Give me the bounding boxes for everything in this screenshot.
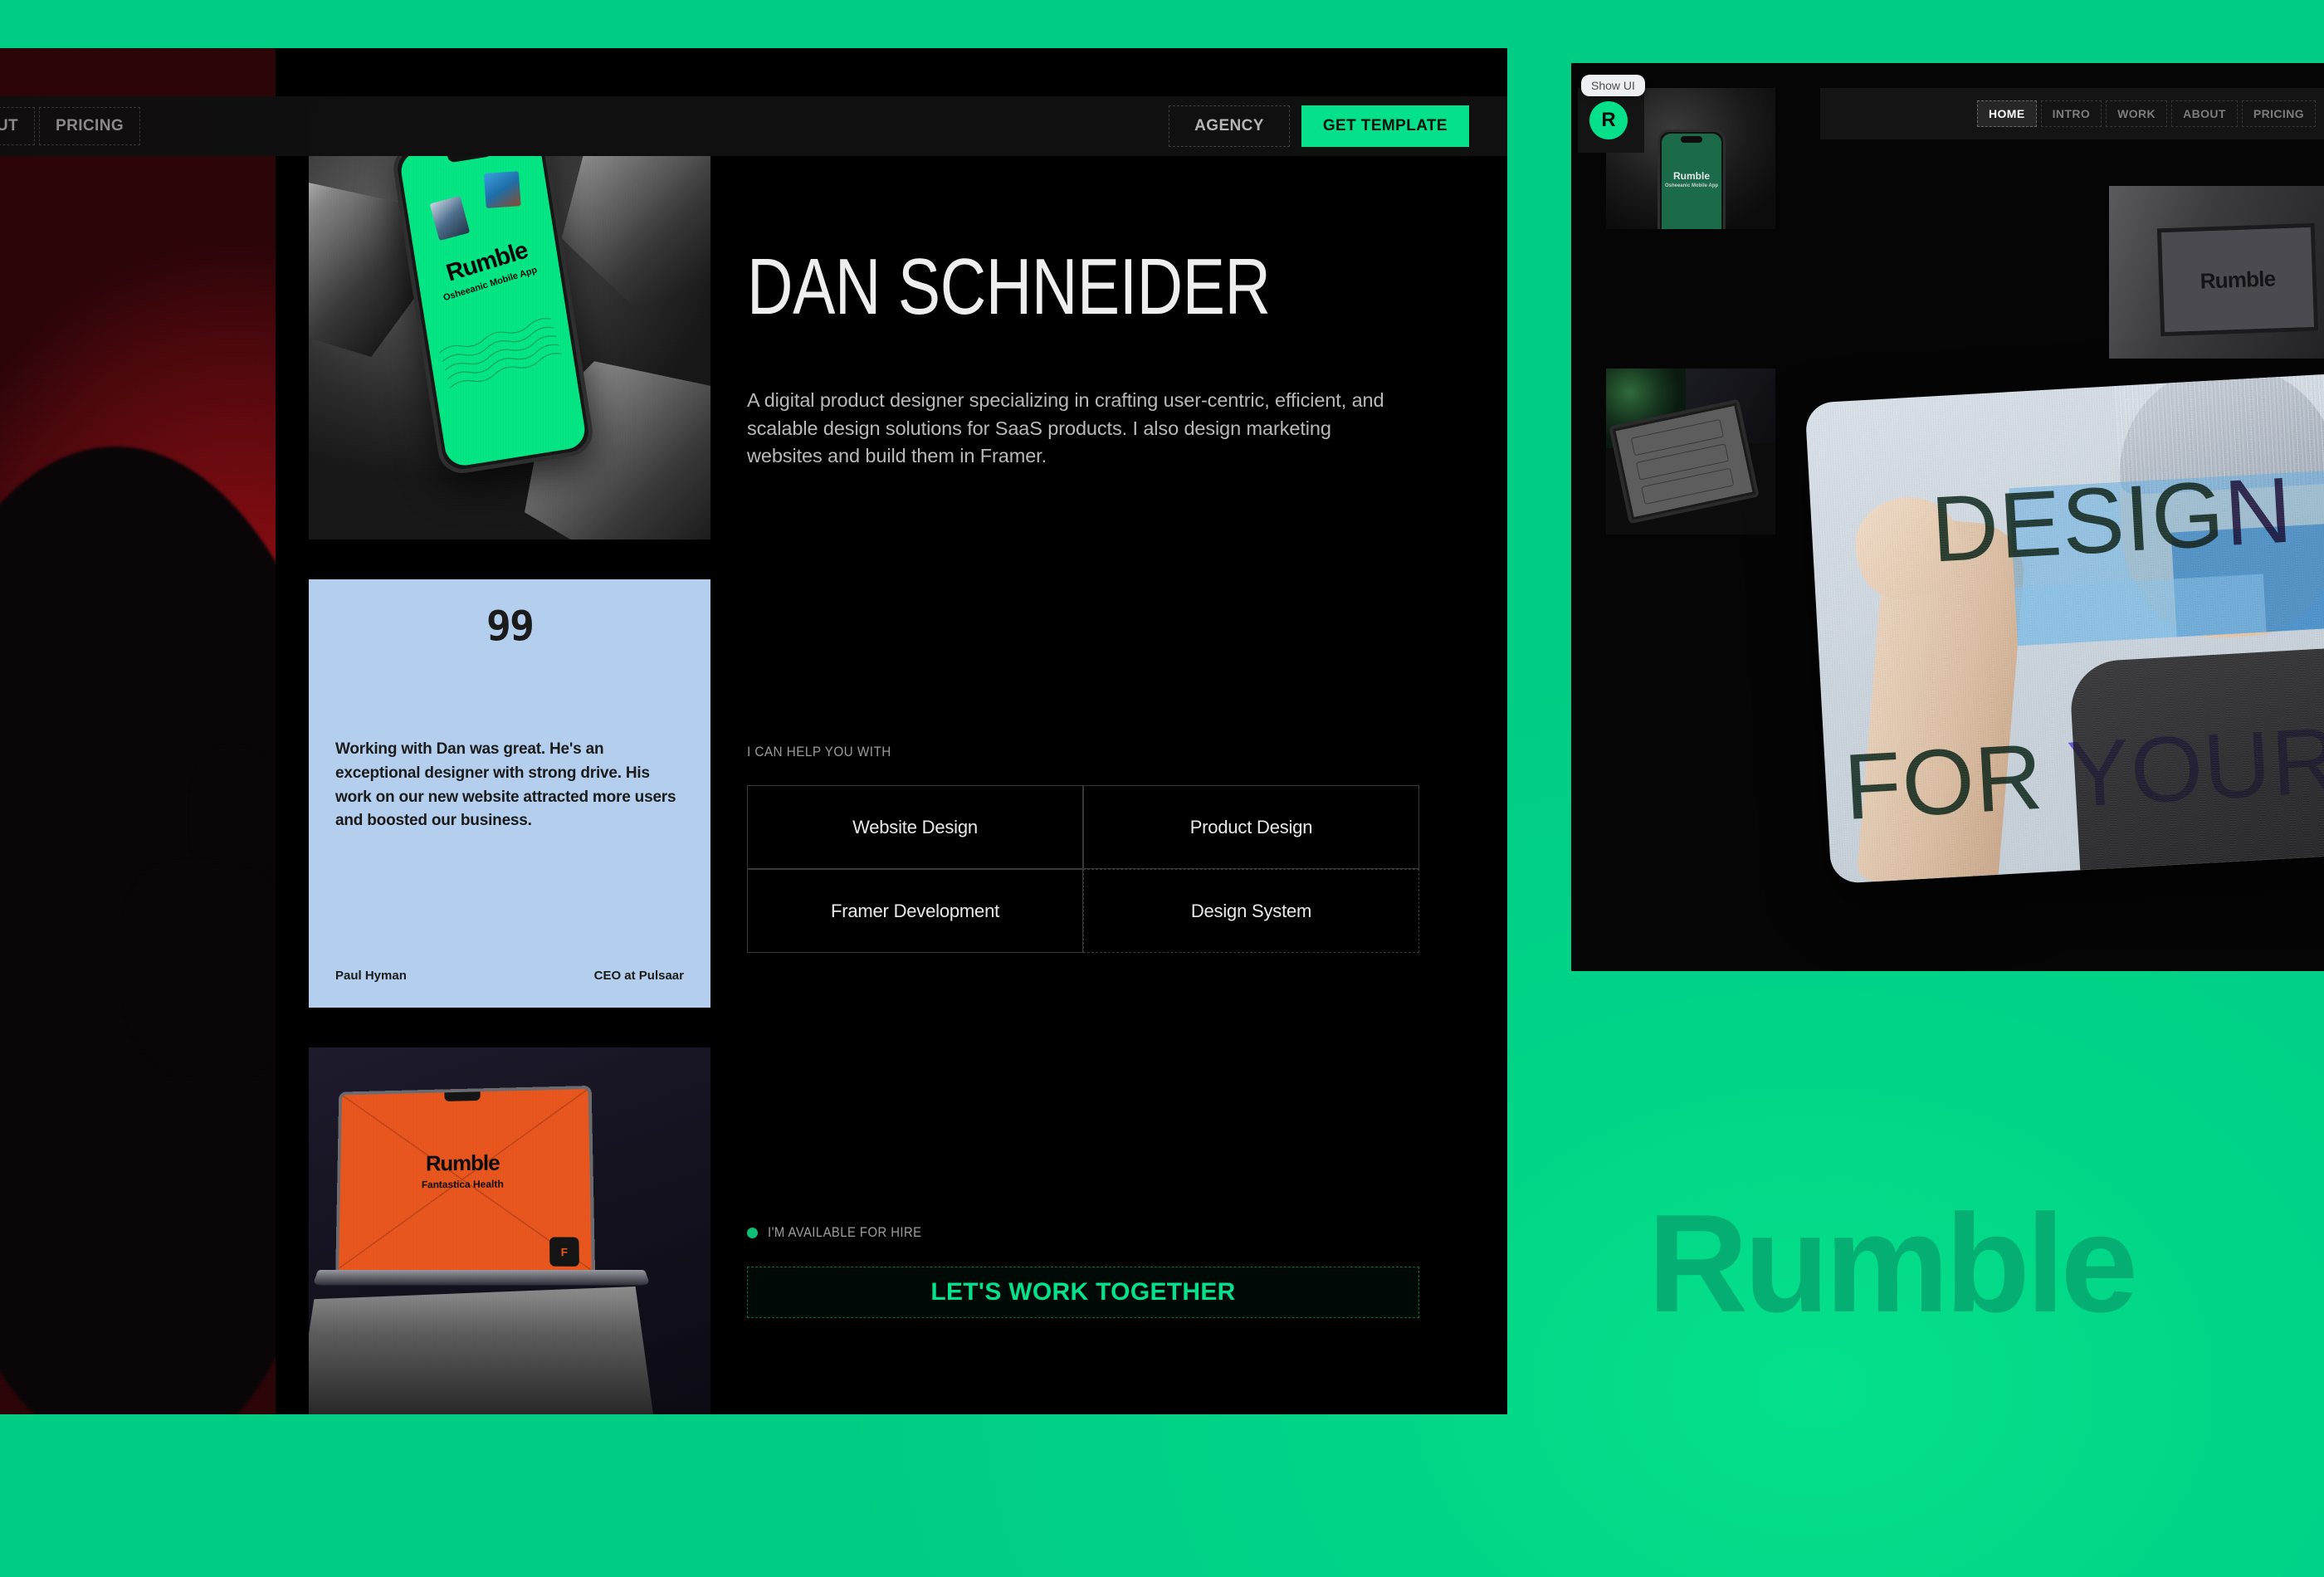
rumble-logo-badge[interactable]: R	[1589, 101, 1628, 139]
lets-work-together-button[interactable]: LET'S WORK TOGETHER	[747, 1267, 1419, 1318]
nav-item-pricing[interactable]: PRICING	[39, 107, 141, 145]
page-title: DAN SCHNEIDER	[747, 242, 1271, 331]
laptop-brand-label: Rumble	[425, 1150, 500, 1176]
laptop-device: Rumble Fantastica Health F	[335, 1085, 596, 1272]
laptop-badge: F	[549, 1237, 579, 1267]
silhouette-nose	[191, 745, 276, 870]
preview-nav-item-home[interactable]: HOME	[1976, 100, 2037, 127]
testimonial-author: Paul Hyman	[335, 969, 407, 983]
preview-phone-brand: Rumble	[1672, 170, 1710, 182]
testimonial-text: Working with Dan was great. He's an exce…	[335, 740, 676, 830]
get-template-button[interactable]: GET TEMPLATE	[1301, 105, 1469, 147]
testimonial-role: CEO at Pulsaar	[593, 969, 684, 983]
tablet-screen	[1615, 405, 1753, 518]
skills-grid: Website Design Product Design Framer Dev…	[747, 785, 1419, 953]
primary-nav: HOME INTRO WORK ABOUT PRICING	[0, 107, 144, 145]
skill-cell[interactable]: Website Design	[747, 785, 1083, 869]
portrait-image-red	[0, 48, 276, 1414]
preview-nav-item-about[interactable]: ABOUT	[2171, 100, 2238, 127]
preview-phone-device: Rumble Osheeanic Mobile App	[1658, 129, 1726, 229]
status-dot-icon	[747, 1228, 758, 1238]
silhouette-chin	[124, 862, 276, 1077]
skill-cell[interactable]: Framer Development	[747, 869, 1083, 953]
hero-description: A digital product designer specializing …	[747, 389, 1384, 467]
preview-rumble-brand: Rumble	[2156, 222, 2319, 337]
stone-pedestal	[309, 1286, 657, 1414]
thumbnail-image	[429, 195, 471, 242]
preview-nav-item-intro[interactable]: INTRO	[2040, 100, 2102, 127]
wave-decoration	[439, 318, 562, 388]
laptop-caption-label: Fantastica Health	[421, 1178, 504, 1191]
preview-phone-screen: Rumble Osheeanic Mobile App	[1662, 134, 1721, 229]
preview-nav-item-pricing[interactable]: PRICING	[2241, 100, 2316, 127]
show-ui-tooltip[interactable]: Show UI	[1581, 75, 1645, 96]
nav-item-about[interactable]: ABOUT	[0, 107, 36, 145]
preview-nav-item-work[interactable]: WORK	[2106, 100, 2168, 127]
preview-navbar: HOME INTRO WORK ABOUT PRICING	[1820, 88, 2324, 139]
nav-actions: AGENCY GET TEMPLATE	[1169, 105, 1469, 147]
preview-tablet-image	[1606, 369, 1775, 535]
phone-mockup-image: Rumble Osheeanic Mobile App	[309, 108, 710, 540]
rumble-wordmark: Rumble	[1648, 1185, 2138, 1341]
testimonial-card: 99 Working with Dan was great. He's an e…	[309, 579, 710, 1008]
thumbnail-image	[483, 171, 521, 209]
phone-screen: Rumble Osheeanic Mobile App	[398, 133, 588, 468]
availability-label: I'M AVAILABLE FOR HIRE	[768, 1225, 922, 1240]
card-noise-overlay	[1804, 370, 2324, 885]
laptop-mockup-image: Rumble Fantastica Health F	[309, 1047, 710, 1414]
design-showcase-card: DESIGN FOR YOUR	[1804, 370, 2324, 885]
preview-rumble-card-image: Rumble	[2109, 186, 2324, 359]
skill-cell[interactable]: Product Design	[1083, 785, 1419, 869]
site-navbar: HOME INTRO WORK ABOUT PRICING AGENCY GET…	[0, 96, 1507, 156]
phone-device: Rumble Osheeanic Mobile App	[389, 124, 597, 477]
skills-section-label: I CAN HELP YOU WITH	[747, 744, 891, 759]
preview-phone-notch	[1681, 136, 1702, 143]
preview-phone-caption: Osheeanic Mobile App	[1664, 183, 1719, 188]
agency-button[interactable]: AGENCY	[1169, 105, 1290, 147]
laptop-base	[312, 1269, 651, 1286]
media-column: Rumble Osheeanic Mobile App 99 Working w…	[309, 48, 710, 1414]
column-gap	[276, 48, 309, 1414]
main-site-panel: Rumble Osheeanic Mobile App 99 Working w…	[0, 48, 1507, 1414]
quote-mark-icon: 99	[486, 602, 535, 650]
skill-cell[interactable]: Design System	[1083, 869, 1419, 953]
hero-content: DAN SCHNEIDER A digital product designer…	[747, 48, 1507, 1414]
availability-status: I'M AVAILABLE FOR HIRE	[747, 1225, 939, 1241]
